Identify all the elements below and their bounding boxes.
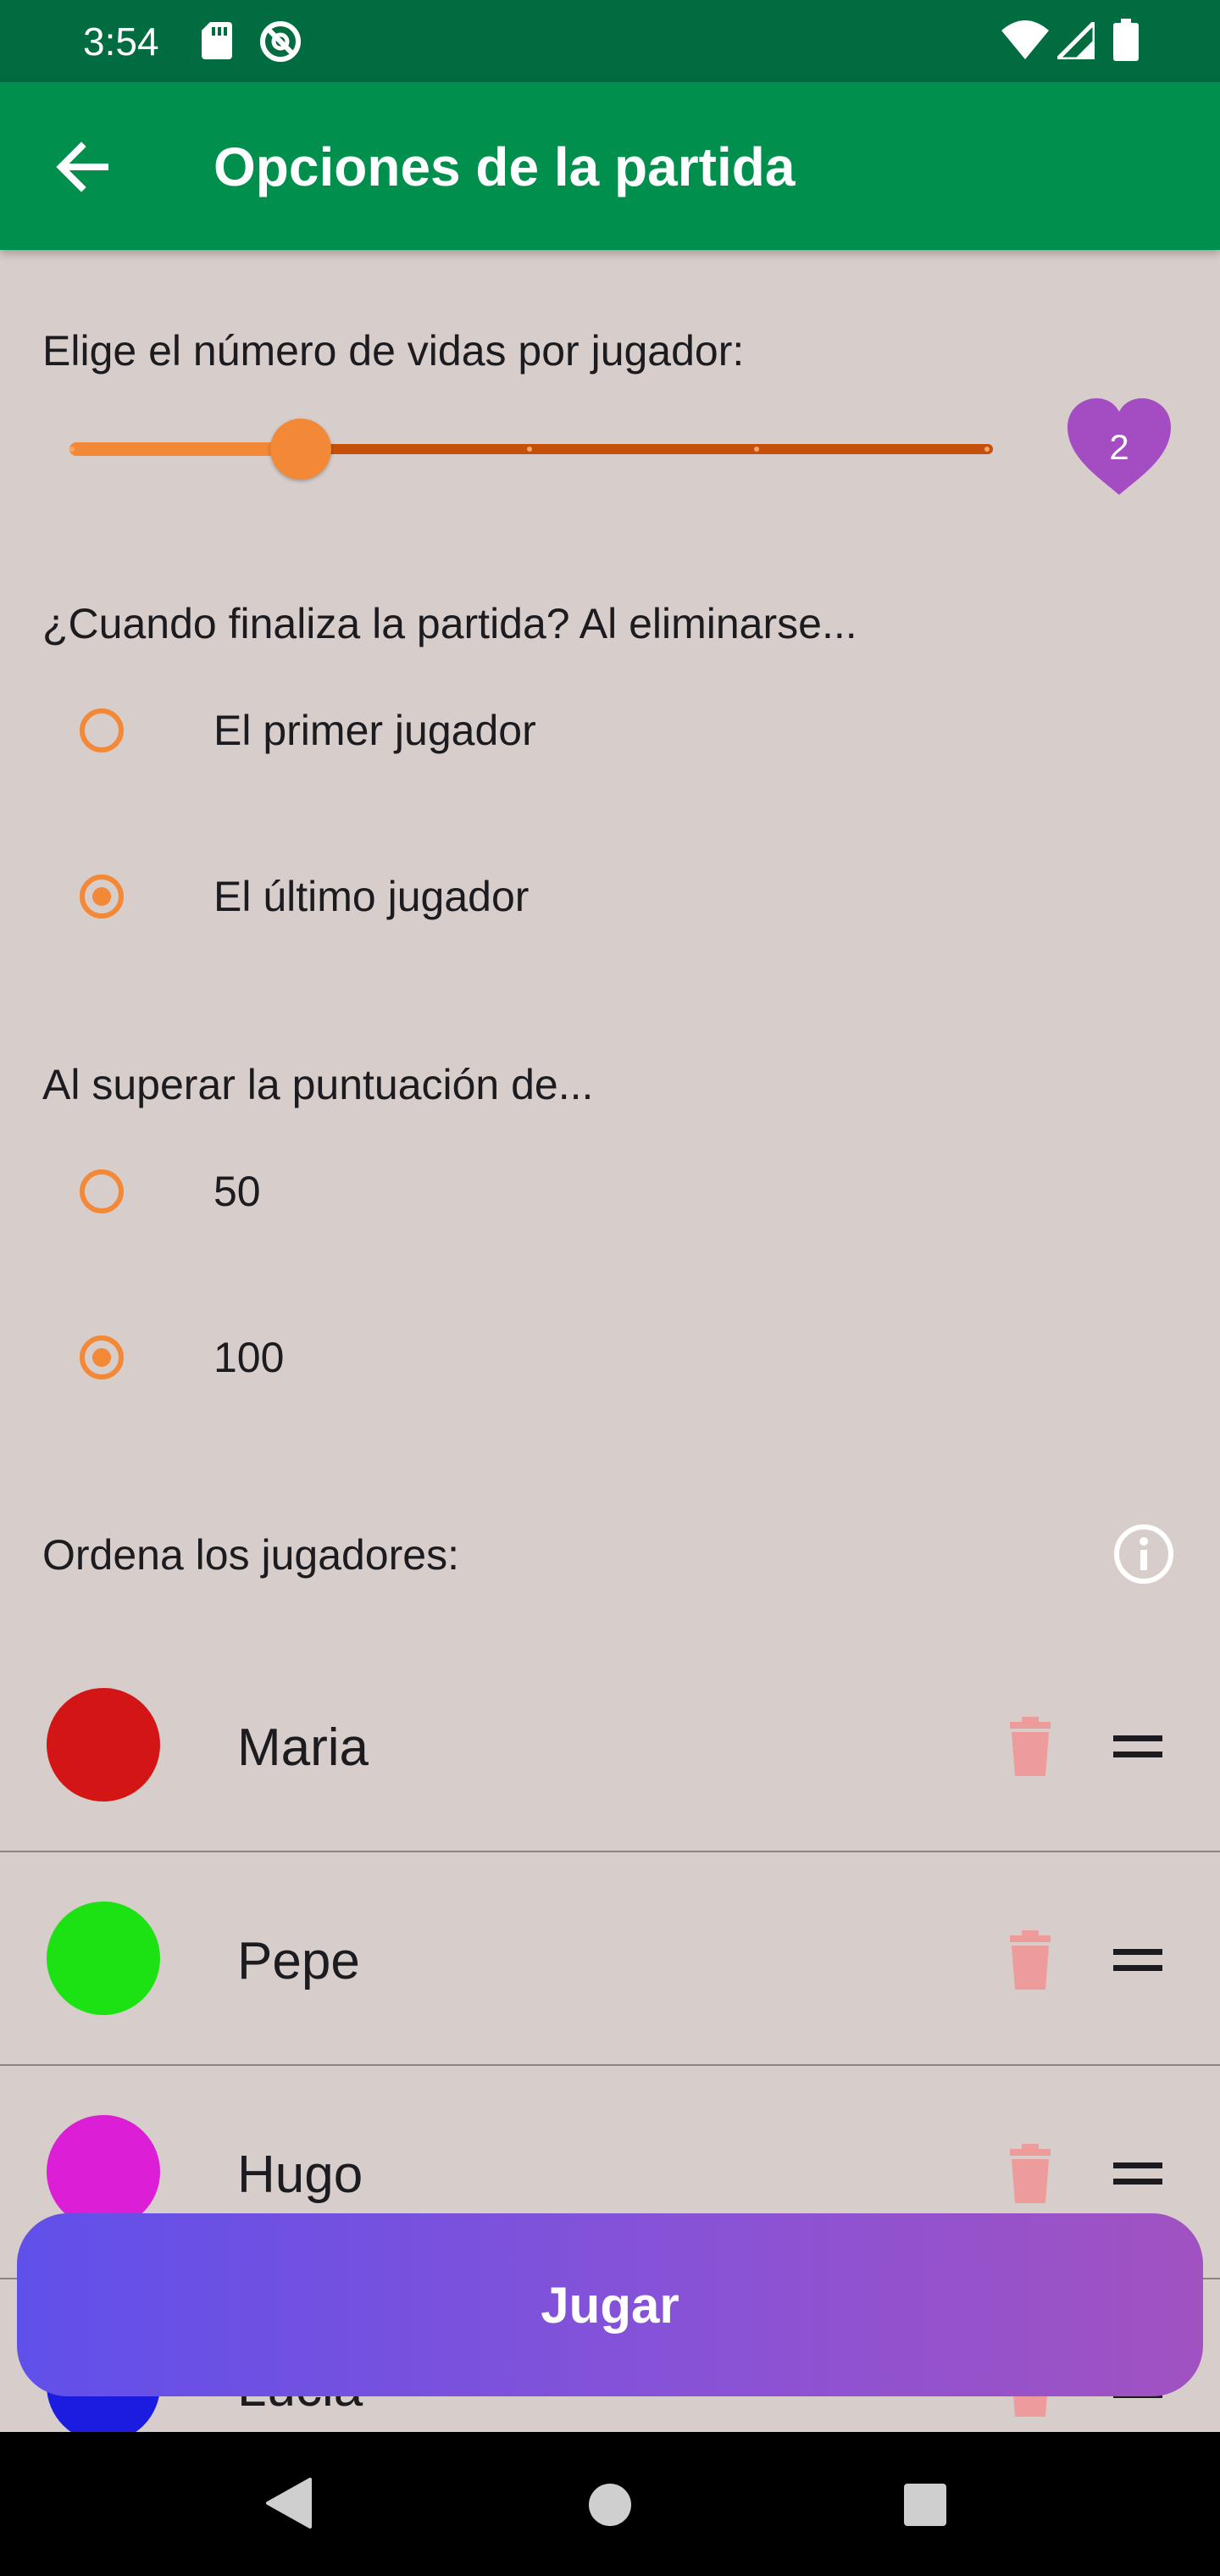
trash-icon[interactable] <box>1003 2144 1057 2203</box>
lives-slider[interactable] <box>69 412 993 485</box>
nav-recents-icon[interactable] <box>903 2483 947 2527</box>
radio-button-selected[interactable] <box>80 1335 124 1380</box>
radio-label: 100 <box>214 1334 285 1381</box>
player-color-swatch <box>47 1688 160 1802</box>
slider-tick <box>754 447 759 452</box>
play-button[interactable]: Jugar <box>17 2213 1203 2396</box>
player-row[interactable]: Maria <box>0 1639 1220 1852</box>
lives-value: 2 <box>1109 427 1129 467</box>
drag-handle-icon[interactable] <box>1110 2154 1166 2193</box>
radio-score-50[interactable]: 50 <box>42 1146 1178 1247</box>
info-icon[interactable] <box>1112 1522 1176 1586</box>
slider-thumb[interactable] <box>270 419 331 480</box>
sd-card-icon <box>202 22 232 59</box>
trash-icon[interactable] <box>1003 1930 1057 1990</box>
radio-button[interactable] <box>80 1169 124 1213</box>
nav-home-icon[interactable] <box>588 2483 632 2527</box>
back-arrow-icon[interactable] <box>51 135 115 199</box>
radio-last-player[interactable]: El último jugador <box>42 851 1178 952</box>
slider-tick <box>527 447 532 452</box>
trash-icon[interactable] <box>1003 1717 1057 1776</box>
radio-label: El primer jugador <box>214 707 536 754</box>
battery-icon <box>1113 19 1139 61</box>
radio-score-100[interactable]: 100 <box>42 1312 1178 1413</box>
score-limit-label: Al superar la puntuación de... <box>42 1061 594 1108</box>
drag-handle-icon[interactable] <box>1110 1727 1166 1766</box>
status-time: 3:54 <box>83 19 159 64</box>
status-bar: 3:54 <box>0 0 1220 82</box>
lives-label: Elige el número de vidas por jugador: <box>42 327 745 375</box>
radio-first-player[interactable]: El primer jugador <box>42 685 1178 786</box>
player-color-swatch <box>47 1901 160 2015</box>
drag-handle-icon[interactable] <box>1110 1940 1166 1979</box>
slider-active-track <box>69 442 301 456</box>
slider-tick <box>984 447 990 452</box>
slider-tick <box>69 447 75 452</box>
wifi-icon <box>1001 20 1049 59</box>
radio-label: 50 <box>214 1168 261 1215</box>
navigation-bar <box>0 2432 1220 2576</box>
at-sign-icon <box>260 21 301 62</box>
page-title: Opciones de la partida <box>214 136 796 197</box>
player-color-swatch <box>47 2115 160 2229</box>
radio-button-selected[interactable] <box>80 874 124 919</box>
player-name: Pepe <box>237 1932 360 1990</box>
nav-back-icon[interactable] <box>263 2476 313 2530</box>
radio-label: El último jugador <box>214 873 530 920</box>
player-name: Maria <box>237 1718 369 1777</box>
radio-button[interactable] <box>80 708 124 752</box>
app-bar: Opciones de la partida <box>0 82 1220 250</box>
end-condition-label: ¿Cuando finaliza la partida? Al eliminar… <box>42 600 857 647</box>
order-players-label: Ordena los jugadores: <box>42 1531 459 1579</box>
player-row[interactable]: Pepe <box>0 1852 1220 2066</box>
player-name: Hugo <box>237 2146 363 2204</box>
cell-signal-icon <box>1057 22 1095 59</box>
